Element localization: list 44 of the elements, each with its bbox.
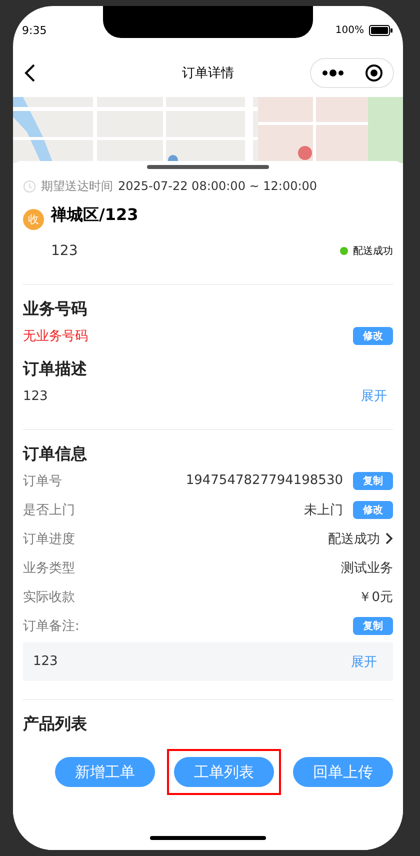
- action-button[interactable]: 复制: [353, 472, 393, 490]
- back-icon[interactable]: [24, 62, 36, 82]
- field-label: 实际收款: [23, 588, 75, 606]
- field-value: 配送成功: [328, 530, 380, 548]
- section-title: 产品列表: [23, 713, 88, 735]
- delivery-time: 2025-07-22 08:00:00 ~ 12:00:00: [118, 179, 318, 193]
- edit-button[interactable]: 修改: [353, 327, 393, 345]
- delivery-status: 配送成功: [353, 244, 393, 258]
- target-icon[interactable]: [364, 64, 382, 82]
- field-label: 业务类型: [23, 560, 75, 576]
- section-title: 订单信息: [23, 443, 88, 465]
- action-button[interactable]: 新增工单: [55, 757, 155, 787]
- expand-link[interactable]: 展开: [361, 387, 387, 405]
- address: 禅城区/123: [51, 204, 138, 226]
- field-label: 订单进度: [23, 530, 75, 548]
- field-value: ￥0元: [358, 588, 393, 606]
- receive-badge: 收: [23, 208, 44, 230]
- field-label: 订单号: [23, 472, 62, 490]
- business-number: 无业务号码: [23, 328, 88, 345]
- status-time: 9:35: [22, 24, 47, 36]
- capsule-menu[interactable]: [310, 58, 394, 88]
- address-detail: 123: [50, 243, 78, 259]
- field-value: 测试业务: [341, 560, 393, 576]
- time-label: 期望送达时间: [41, 178, 113, 194]
- battery-icon: [369, 24, 393, 36]
- chevron-right-icon[interactable]: [385, 532, 393, 545]
- field-label: 是否上门: [23, 502, 75, 518]
- more-icon[interactable]: [322, 68, 344, 76]
- section-title: 订单描述: [23, 358, 88, 380]
- expand-link[interactable]: 展开: [351, 652, 377, 670]
- note-text: 123: [33, 654, 58, 669]
- status-dot: [340, 247, 348, 255]
- action-button[interactable]: 工单列表: [174, 757, 274, 787]
- battery-percent: 100%: [335, 24, 364, 36]
- field-value: 未上门: [304, 502, 343, 518]
- description-text: 123: [23, 388, 48, 404]
- field-label: 订单备注:: [23, 618, 80, 634]
- page-title: 订单详情: [181, 64, 235, 82]
- action-button[interactable]: 回单上传: [293, 757, 393, 787]
- action-button[interactable]: 复制: [353, 616, 393, 634]
- field-value: 1947547827794198530: [186, 473, 343, 488]
- section-title: 业务号码: [23, 298, 88, 320]
- clock-icon: [23, 180, 36, 192]
- action-button[interactable]: 修改: [353, 500, 393, 518]
